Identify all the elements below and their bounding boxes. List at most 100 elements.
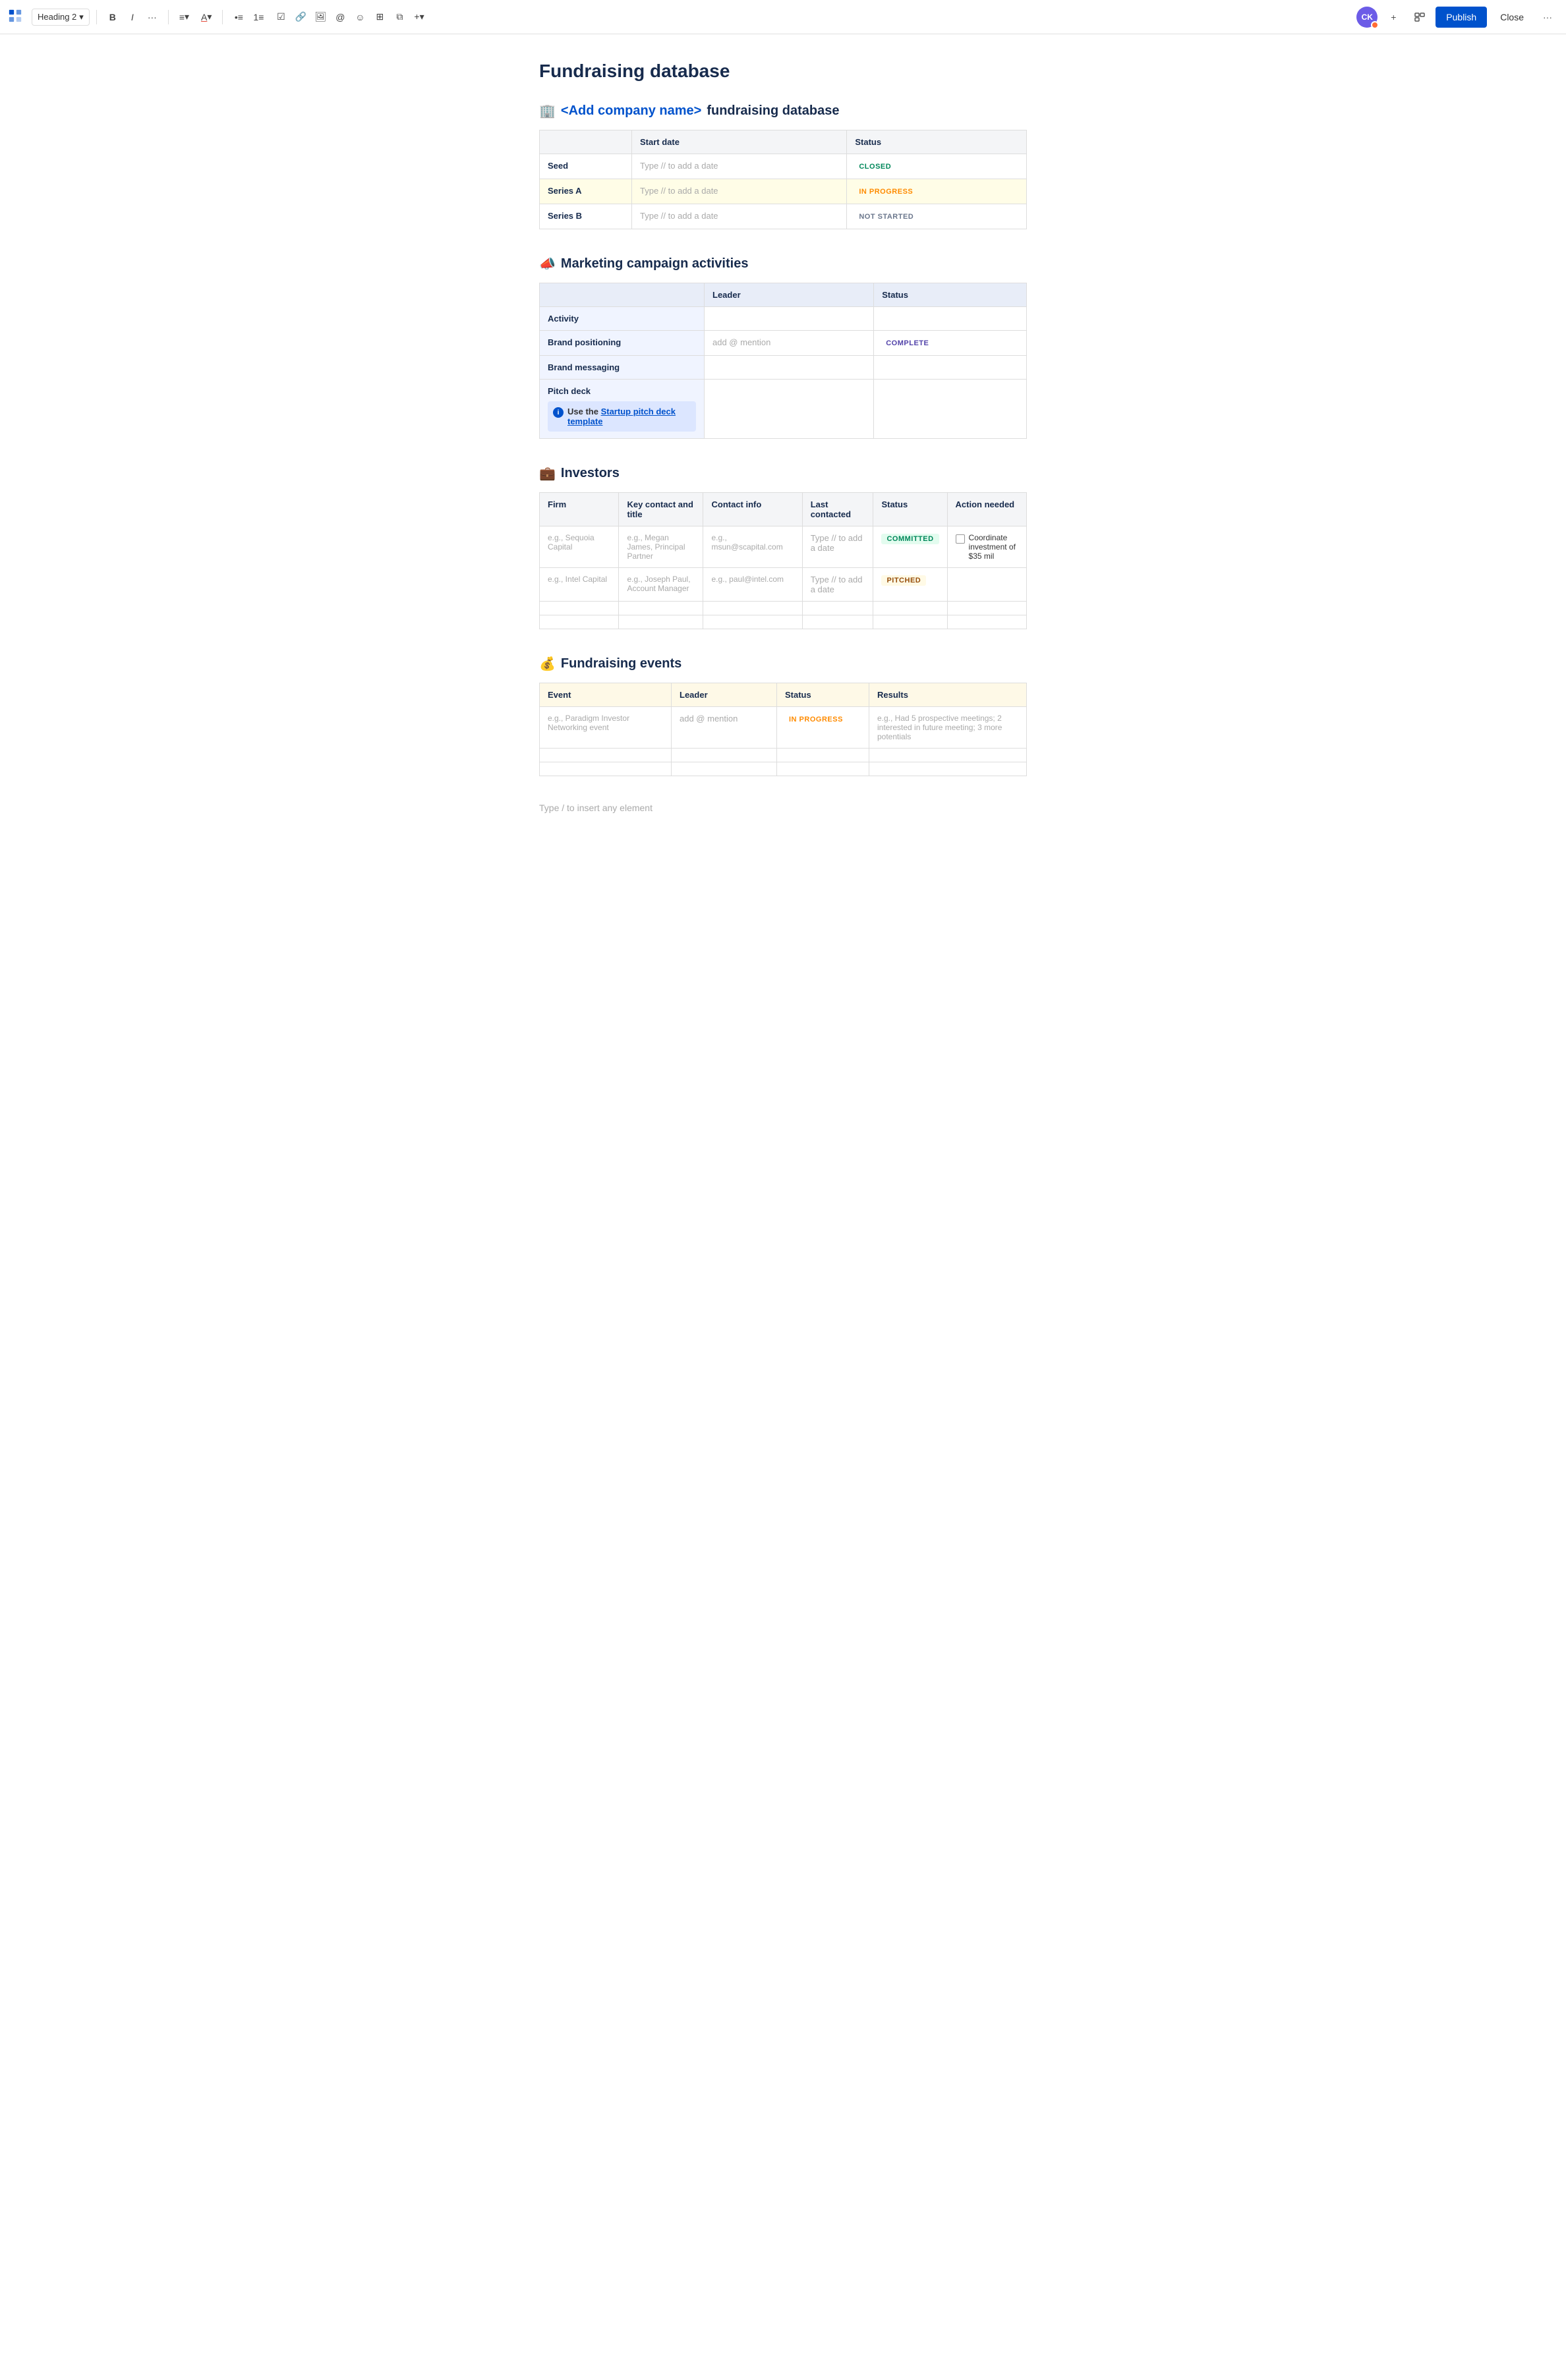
table-row: Brand positioning add @ mention COMPLETE: [540, 331, 1027, 356]
page-title: Fundraising database: [539, 61, 1027, 82]
mention-button[interactable]: @: [331, 8, 349, 26]
mkt-leader-cell[interactable]: [705, 356, 874, 380]
inv-action-cell: Coordinate investment of $35 mil: [947, 526, 1026, 568]
fund-date-cell[interactable]: Type // to add a date: [632, 204, 847, 229]
marketing-table: Leader Status Activity Brand positioning…: [539, 283, 1027, 439]
callout-link[interactable]: Startup pitch deck template: [567, 407, 676, 426]
fund-status-cell: NOT STARTED: [847, 204, 1027, 229]
text-color-button[interactable]: A ▾: [197, 8, 216, 26]
italic-button[interactable]: I: [123, 8, 142, 26]
ev-results-cell: [869, 749, 1027, 762]
add-collaborator-button[interactable]: +: [1383, 7, 1404, 28]
ev-leader-cell[interactable]: add @ mention: [672, 707, 777, 749]
align-button[interactable]: ≡ ▾: [175, 8, 193, 26]
ev-col-status: Status: [777, 683, 869, 707]
inv-firm-cell: [540, 602, 619, 615]
ev-col-event: Event: [540, 683, 672, 707]
mkt-label-cell: Pitch deck i Use the Startup pitch deck …: [540, 380, 705, 439]
ev-results-cell: [869, 762, 1027, 776]
ev-event-cell: [540, 749, 672, 762]
table-row: [540, 762, 1027, 776]
more-options-button[interactable]: ···: [1537, 7, 1558, 28]
action-text: Coordinate investment of $35 mil: [969, 533, 1018, 561]
inv-contact-cell: e.g., Megan James, Principal Partner: [619, 526, 703, 568]
investors-section: 💼 Investors Firm Key contact and title C…: [539, 465, 1027, 629]
align-chevron-icon: ▾: [185, 11, 189, 22]
fund-date-cell[interactable]: Type // to add a date: [632, 154, 847, 179]
ev-status-cell: IN PROGRESS: [777, 707, 869, 749]
table-row: [540, 615, 1027, 629]
events-heading: 💰 Fundraising events: [539, 656, 1027, 672]
inv-firm-cell: [540, 615, 619, 629]
fundraising-heading: 🏢 <Add company name> fundraising databas…: [539, 103, 1027, 119]
publish-button[interactable]: Publish: [1436, 7, 1487, 28]
fundraising-table: Start date Status Seed Type // to add a …: [539, 130, 1027, 229]
mkt-label-cell: Brand positioning: [540, 331, 705, 356]
callout-text: Use the Startup pitch deck template: [567, 407, 691, 426]
ev-leader-cell[interactable]: [672, 762, 777, 776]
table-row: e.g., Intel Capital e.g., Joseph Paul, A…: [540, 568, 1027, 602]
mkt-leader-cell[interactable]: [705, 307, 874, 331]
avatar[interactable]: CK: [1356, 7, 1378, 28]
table-row: Pitch deck i Use the Startup pitch deck …: [540, 380, 1027, 439]
inv-last-contacted-cell[interactable]: Type // to add a date: [802, 526, 873, 568]
columns-button[interactable]: ⧉: [390, 8, 409, 26]
fund-label-cell: Seed: [540, 154, 632, 179]
table-row: [540, 749, 1027, 762]
inv-last-contacted-cell[interactable]: Type // to add a date: [802, 568, 873, 602]
mkt-status-cell: [874, 356, 1027, 380]
col-header-start-date: Start date: [632, 130, 847, 154]
mkt-label-cell: Activity: [540, 307, 705, 331]
inv-col-contact-info: Contact info: [703, 493, 802, 526]
fund-status-cell: IN PROGRESS: [847, 179, 1027, 204]
col-header-empty: [540, 130, 632, 154]
inv-col-status: Status: [873, 493, 947, 526]
mkt-status-cell: [874, 380, 1027, 439]
fundraising-section: 🏢 <Add company name> fundraising databas…: [539, 103, 1027, 229]
inv-status-cell: [873, 602, 947, 615]
notification-badge: [1371, 21, 1379, 29]
mkt-status-cell: COMPLETE: [874, 331, 1027, 356]
align-group: ≡ ▾: [175, 8, 193, 26]
emoji-button[interactable]: ☺: [351, 8, 369, 26]
numbered-list-button[interactable]: 1≡: [249, 8, 268, 26]
more-format-button[interactable]: ···: [143, 8, 161, 26]
inv-last-contacted-cell[interactable]: [802, 602, 873, 615]
table-row: Brand messaging: [540, 356, 1027, 380]
ev-event-cell: e.g., Paradigm Investor Networking event: [540, 707, 672, 749]
money-icon: 💰: [539, 656, 556, 672]
app-logo[interactable]: [8, 9, 22, 25]
image-button[interactable]: 🖼: [311, 8, 330, 26]
mkt-leader-cell[interactable]: add @ mention: [705, 331, 874, 356]
fund-status-cell: CLOSED: [847, 154, 1027, 179]
briefcase-icon: 💼: [539, 465, 556, 482]
table-header-row: Start date Status: [540, 130, 1027, 154]
mkt-col-status: Status: [874, 283, 1027, 307]
ev-leader-cell[interactable]: [672, 749, 777, 762]
insert-hint[interactable]: Type / to insert any element: [539, 803, 1027, 813]
task-list-button[interactable]: ☑: [272, 8, 290, 26]
action-checkbox[interactable]: [956, 534, 965, 544]
col-header-status: Status: [847, 130, 1027, 154]
link-button[interactable]: 🔗: [291, 8, 310, 26]
inv-last-contacted-cell[interactable]: [802, 615, 873, 629]
view-button[interactable]: [1409, 7, 1430, 28]
text-color-group: A ▾: [197, 8, 216, 26]
inv-contact-info-cell: [703, 615, 802, 629]
more-insert-button[interactable]: +▾: [410, 8, 428, 26]
main-content: Fundraising database 🏢 <Add company name…: [526, 34, 1040, 866]
bullet-list-button[interactable]: •≡: [229, 8, 248, 26]
table-button[interactable]: ⊞: [370, 8, 389, 26]
mkt-leader-cell[interactable]: [705, 380, 874, 439]
chevron-down-icon: ▾: [79, 12, 84, 22]
inv-col-last-contacted: Last contacted: [802, 493, 873, 526]
bold-button[interactable]: B: [103, 8, 122, 26]
events-table: Event Leader Status Results e.g., Paradi…: [539, 683, 1027, 776]
inv-status-cell: COMMITTED: [873, 526, 947, 568]
investors-heading: 💼 Investors: [539, 465, 1027, 482]
heading-selector[interactable]: Heading 2 ▾: [32, 9, 90, 26]
events-section: 💰 Fundraising events Event Leader Status…: [539, 656, 1027, 776]
fund-date-cell[interactable]: Type // to add a date: [632, 179, 847, 204]
close-button[interactable]: Close: [1492, 7, 1532, 28]
format-group: B I ···: [103, 8, 161, 26]
